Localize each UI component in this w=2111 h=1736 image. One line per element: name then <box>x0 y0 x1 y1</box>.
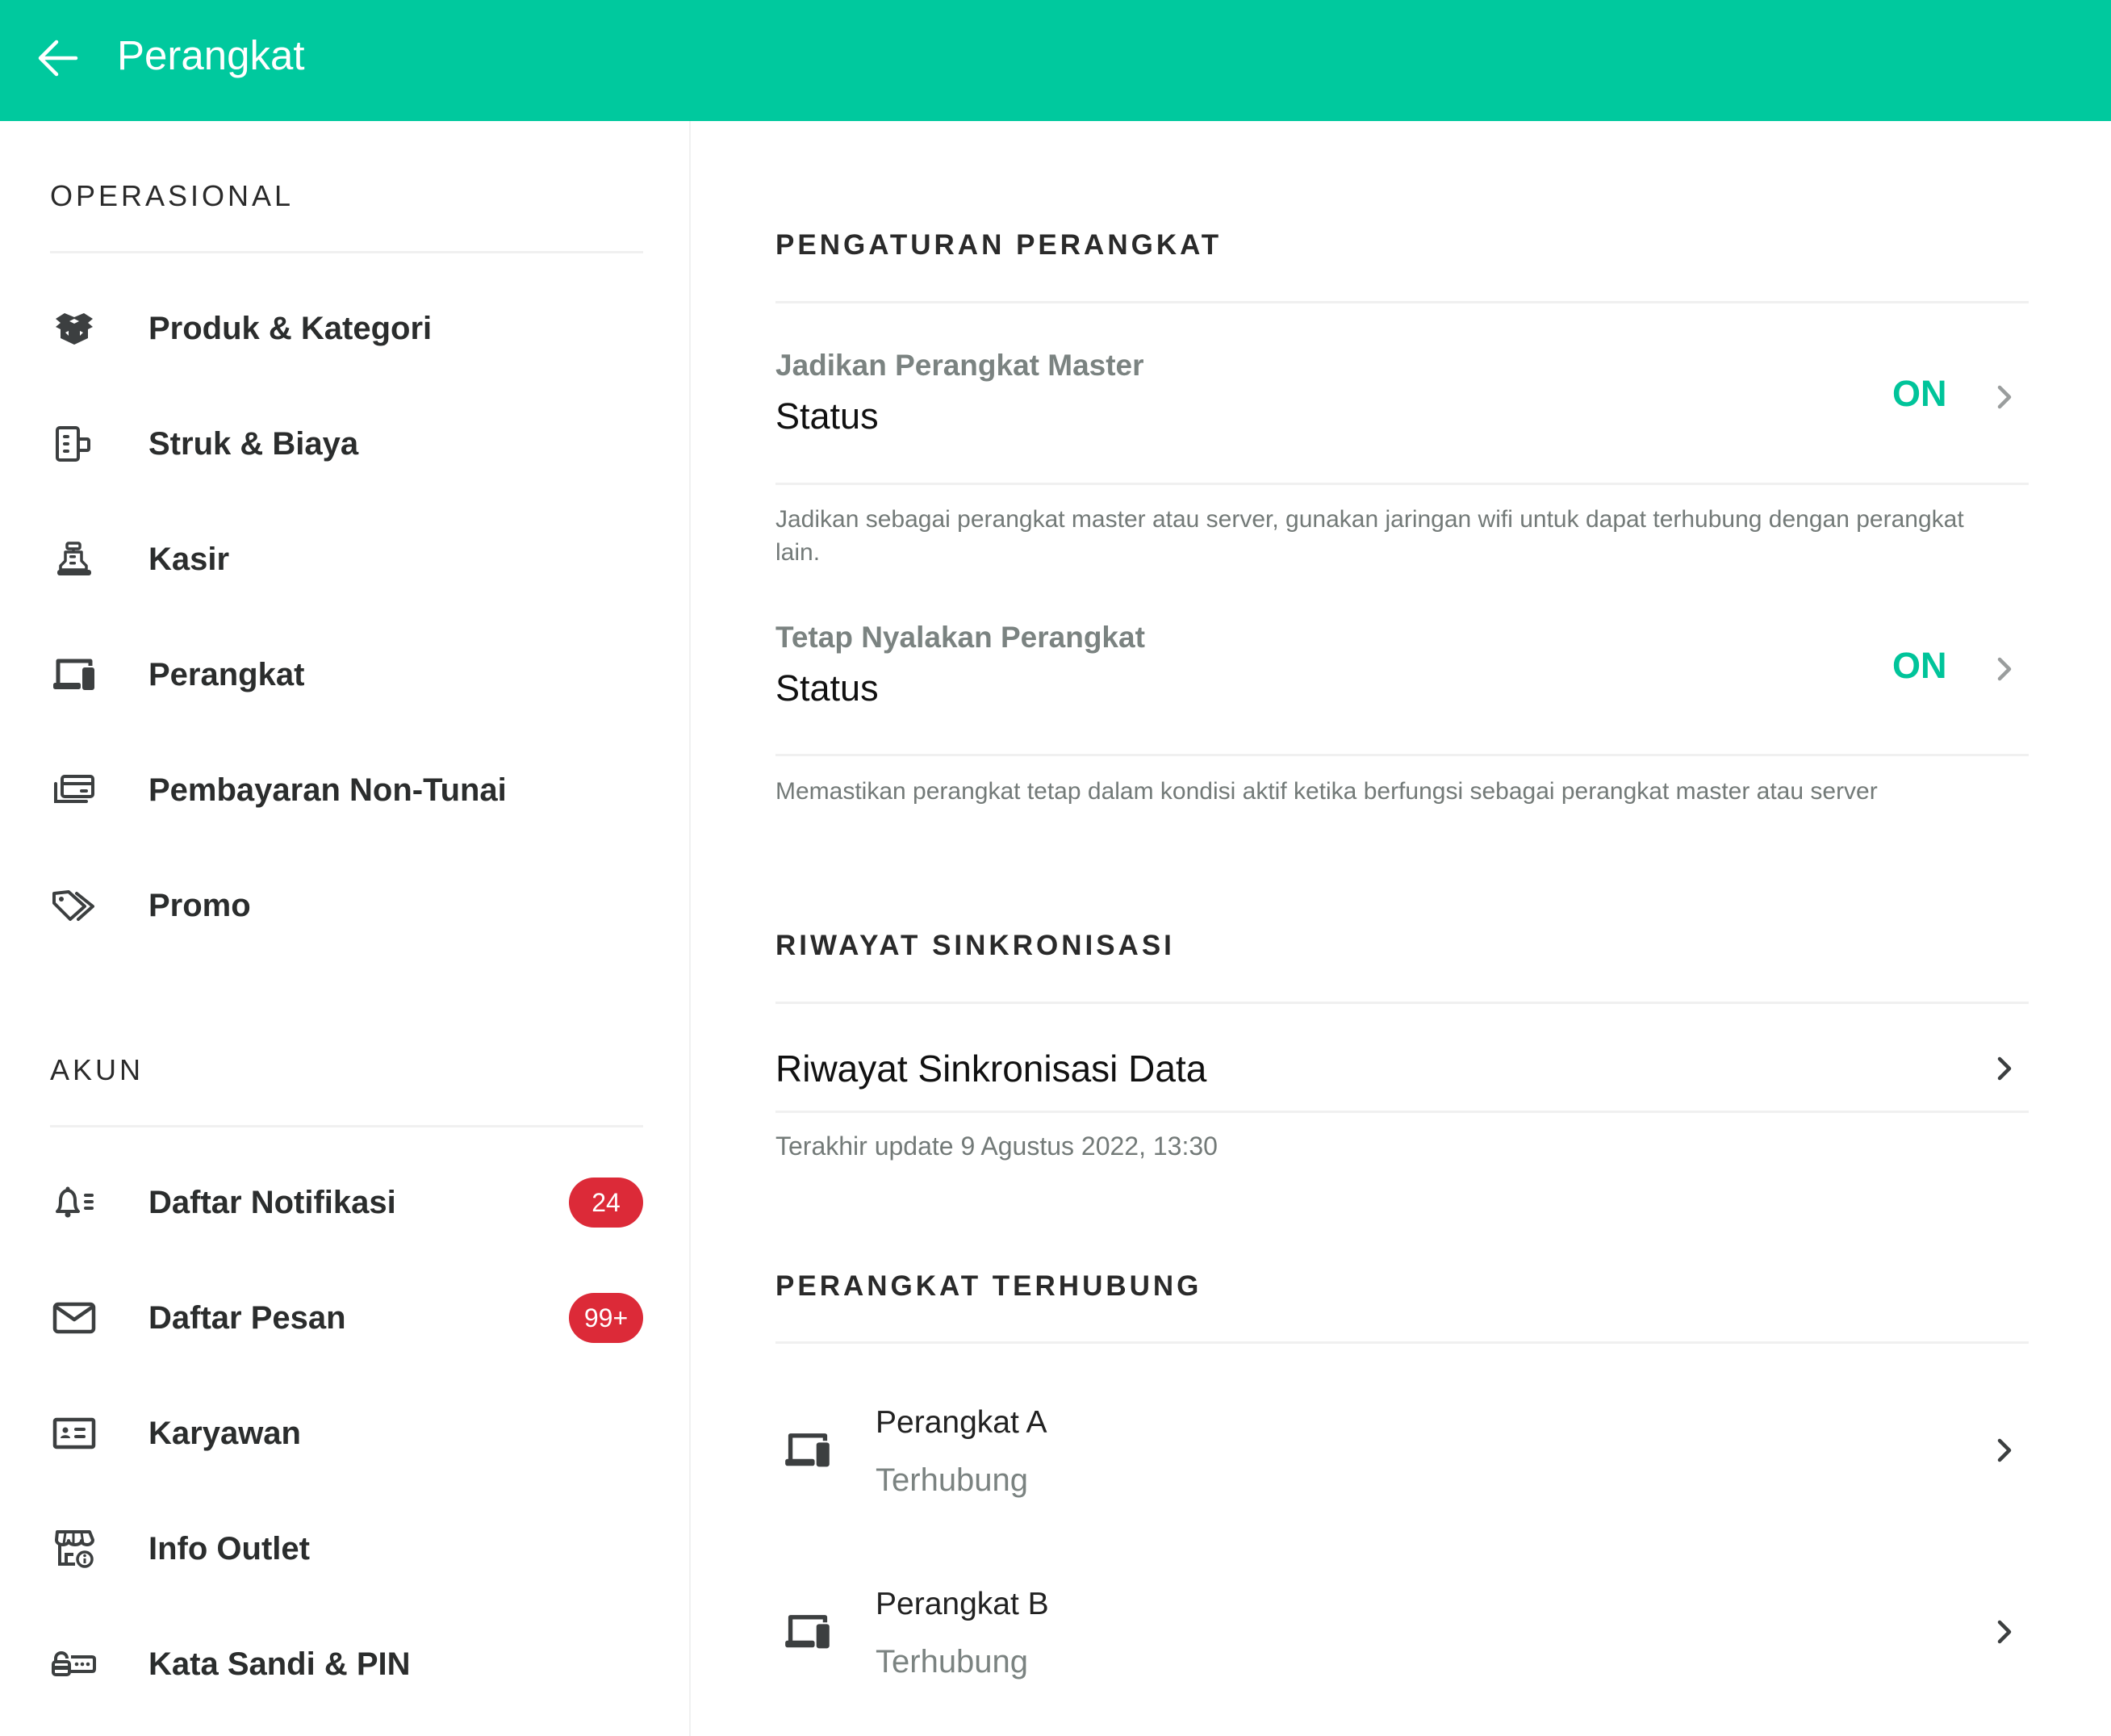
sidebar-item-label: Kata Sandi & PIN <box>148 1646 411 1682</box>
device-list-item[interactable]: Perangkat A Terhubung <box>775 1370 2029 1531</box>
chevron-right-icon <box>1997 1438 2012 1462</box>
divider <box>775 1341 2029 1344</box>
setting-status-value: ON <box>1892 645 1947 686</box>
divider <box>775 1002 2029 1004</box>
bell-list-icon <box>50 1178 98 1227</box>
sync-history-label: Riwayat Sinkronisasi Data <box>775 1048 1207 1090</box>
device-name: Perangkat B <box>876 1587 1049 1621</box>
divider <box>775 754 2029 756</box>
setting-keep-device-on[interactable]: Tetap Nyalakan Perangkat Status ON <box>775 611 2029 756</box>
sidebar-item-daftar-notifikasi[interactable]: Daftar Notifikasi 24 <box>0 1154 690 1251</box>
sidebar-item-karyawan[interactable]: Karyawan <box>0 1385 690 1482</box>
setting-description: Jadikan sebagai perangkat master atau se… <box>775 506 1964 566</box>
setting-sub-label: Status <box>775 667 879 709</box>
card-payment-icon <box>50 766 98 814</box>
section-title-device-settings: PENGATURAN PERANGKAT <box>775 229 1223 261</box>
device-settings-panel: PENGATURAN PERANGKAT Jadikan Perangkat M… <box>692 121 2111 1736</box>
notification-count-badge: 24 <box>569 1178 643 1228</box>
receipt-printer-icon <box>50 420 98 468</box>
tags-icon <box>50 881 98 930</box>
back-button[interactable] <box>32 32 84 84</box>
cash-register-icon <box>50 535 98 584</box>
divider <box>775 301 2029 303</box>
device-name: Perangkat A <box>876 1405 1047 1440</box>
chevron-right-icon <box>1997 385 2012 409</box>
setting-sub-label: Status <box>775 395 879 437</box>
sidebar-item-label: Info Outlet <box>148 1531 310 1567</box>
sidebar-item-label: Produk & Kategori <box>148 311 433 346</box>
sidebar-item-label: Pembayaran Non-Tunai <box>148 772 507 808</box>
section-label-operasional: OPERASIONAL <box>50 179 295 212</box>
box-icon <box>50 304 98 353</box>
divider <box>775 483 2029 485</box>
section-label-akun: AKUN <box>50 1053 144 1086</box>
chevron-right-icon <box>1997 657 2012 681</box>
divider <box>50 251 643 253</box>
sidebar-item-label: Struk & Biaya <box>148 426 359 462</box>
sidebar-item-label: Promo <box>148 888 251 923</box>
store-info-icon <box>50 1525 98 1573</box>
device-status: Terhubung <box>876 1462 1029 1498</box>
divider <box>50 1125 643 1127</box>
setting-label: Jadikan Perangkat Master <box>775 349 1144 382</box>
sidebar-item-label: Daftar Pesan <box>148 1300 346 1336</box>
device-status: Terhubung <box>876 1644 1029 1680</box>
device-list-item[interactable]: Perangkat B Terhubung <box>775 1551 2029 1713</box>
sidebar-item-label: Daftar Notifikasi <box>148 1185 396 1220</box>
sidebar-item-info-outlet[interactable]: Info Outlet <box>0 1500 690 1597</box>
setting-label: Tetap Nyalakan Perangkat <box>775 621 1145 654</box>
sidebar-item-pembayaran-non-tunai[interactable]: Pembayaran Non-Tunai <box>0 742 690 839</box>
mail-icon <box>50 1294 98 1342</box>
sidebar-item-label: Perangkat <box>148 657 305 692</box>
sidebar-item-perangkat[interactable]: Perangkat <box>0 626 690 723</box>
devices-icon <box>785 1615 830 1649</box>
id-card-icon <box>50 1409 98 1458</box>
chevron-right-icon <box>1997 1056 2012 1081</box>
app-header: Perangkat <box>0 0 2111 121</box>
devices-icon <box>785 1433 830 1467</box>
sidebar-item-kasir[interactable]: Kasir <box>0 511 690 608</box>
section-title-sync-history: RIWAYAT SINKRONISASI <box>775 930 1175 961</box>
setting-master-device[interactable]: Jadikan Perangkat Master Status ON <box>775 339 2029 484</box>
sidebar-item-struk-biaya[interactable]: Struk & Biaya <box>0 395 690 492</box>
arrow-left-icon <box>38 40 78 77</box>
sidebar-item-daftar-pesan[interactable]: Daftar Pesan 99+ <box>0 1270 690 1366</box>
sync-history-row[interactable]: Riwayat Sinkronisasi Data <box>775 1025 2029 1111</box>
message-count-badge: 99+ <box>569 1293 643 1343</box>
sidebar-item-produk-kategori[interactable]: Produk & Kategori <box>0 280 690 377</box>
chevron-right-icon <box>1997 1620 2012 1644</box>
sidebar-item-label: Kasir <box>148 542 230 577</box>
password-icon <box>50 1640 98 1688</box>
page-title: Perangkat <box>117 32 305 78</box>
divider <box>775 1111 2029 1113</box>
settings-sidebar: OPERASIONAL Produk & Kategori Struk & Bi… <box>0 121 691 1736</box>
sidebar-item-promo[interactable]: Promo <box>0 857 690 954</box>
setting-description: Memastikan perangkat tetap dalam kondisi… <box>775 778 1878 805</box>
setting-status-value: ON <box>1892 373 1947 414</box>
devices-icon <box>50 650 98 699</box>
sidebar-item-label: Karyawan <box>148 1416 301 1451</box>
sidebar-item-kata-sandi-pin[interactable]: Kata Sandi & PIN <box>0 1616 690 1713</box>
section-title-connected-devices: PERANGKAT TERHUBUNG <box>775 1270 1202 1302</box>
last-update-text: Terakhir update 9 Agustus 2022, 13:30 <box>775 1132 1218 1161</box>
